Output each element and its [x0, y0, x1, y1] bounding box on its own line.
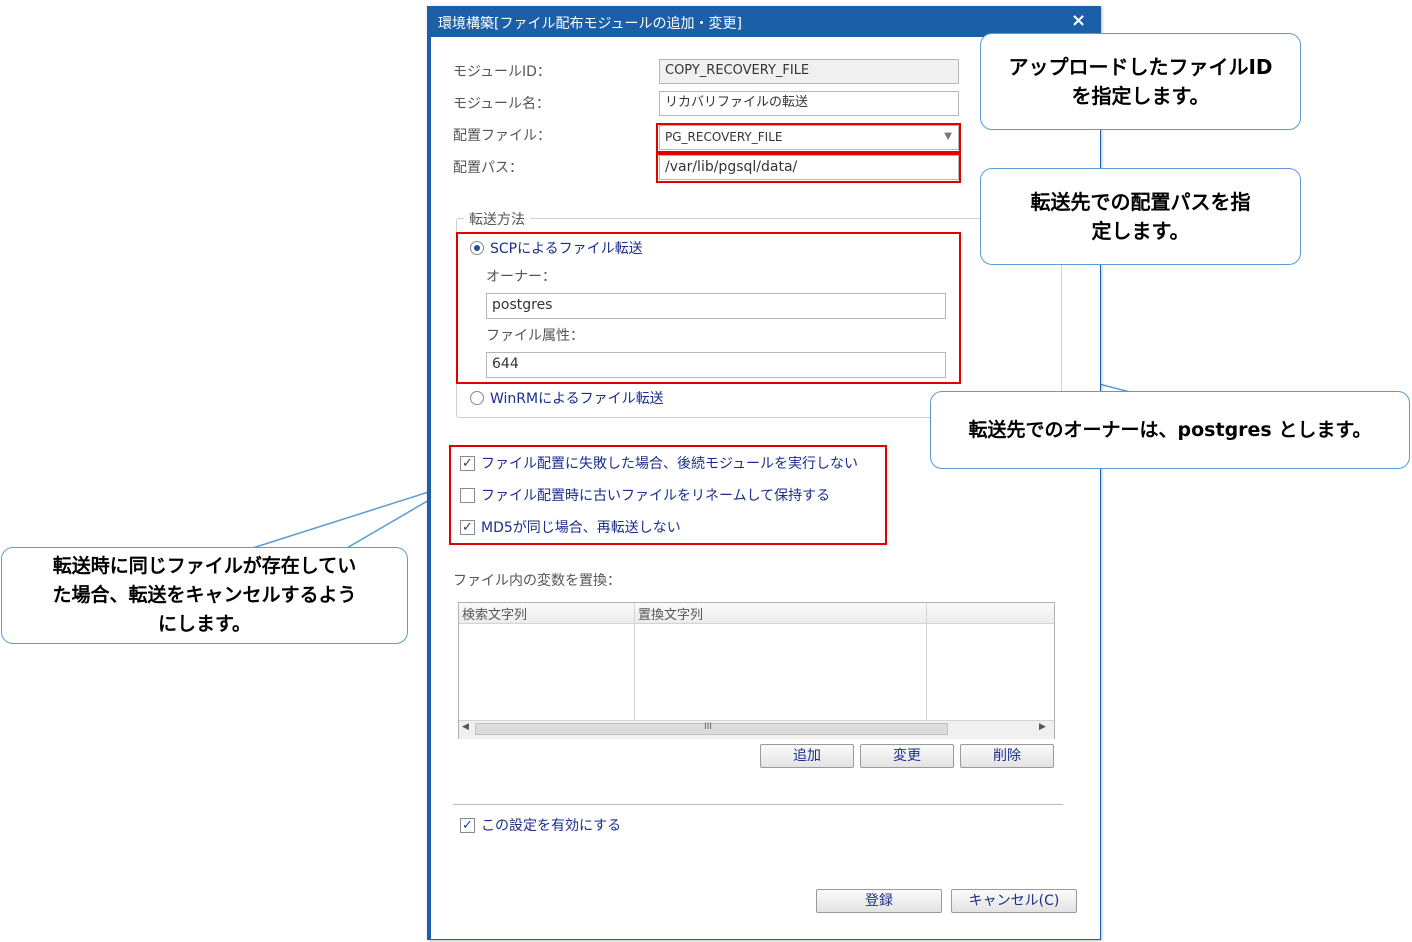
- callout-deploy-path: 転送先での配置パスを指 定します。: [980, 168, 1301, 265]
- option-label-md5-skip[interactable]: MD5が同じ場合、再転送しない: [481, 517, 681, 537]
- scp-radio[interactable]: [470, 241, 484, 255]
- callout-path-line2: 定します。: [1091, 218, 1190, 243]
- grip-icon: III: [704, 722, 712, 732]
- callout-md5-line3: にします。: [157, 613, 252, 635]
- enable-checkbox[interactable]: ✓: [460, 818, 475, 833]
- deploy-file-value: PG_RECOVERY_FILE: [665, 130, 783, 144]
- table-col-search[interactable]: 検索文字列: [462, 604, 527, 623]
- close-icon[interactable]: ×: [1071, 10, 1086, 32]
- transfer-method-legend: 転送方法: [464, 209, 530, 229]
- callout-file-id: アップロードしたファイルID を指定します。: [980, 33, 1301, 130]
- option-label-skip-on-fail[interactable]: ファイル配置に失敗した場合、後続モジュールを実行しない: [481, 453, 858, 473]
- callout-path-line1: 転送先での配置パスを指: [1030, 189, 1251, 214]
- callout-file-id-line1: アップロードしたファイルID: [1008, 54, 1273, 79]
- divider: [453, 804, 1063, 805]
- module-id-label: モジュールID：: [453, 64, 551, 80]
- table-h-scrollbar[interactable]: ◀ III ▶: [459, 720, 1054, 739]
- file-attr-field[interactable]: 644: [486, 352, 946, 378]
- column-divider: [634, 603, 635, 721]
- table-col-replace[interactable]: 置換文字列: [638, 604, 703, 623]
- register-button[interactable]: 登録: [816, 889, 942, 913]
- deploy-file-select[interactable]: PG_RECOVERY_FILE ▼: [659, 125, 959, 150]
- check-icon: ✓: [462, 456, 473, 471]
- table-header: [459, 603, 1054, 624]
- option-checkbox-skip-on-fail[interactable]: ✓: [460, 456, 475, 471]
- owner-label: オーナー：: [486, 269, 556, 285]
- callout-md5-line2: た場合、転送をキャンセルするよう: [52, 584, 357, 606]
- chevron-down-icon[interactable]: ▼: [944, 126, 952, 148]
- option-checkbox-rename-old[interactable]: [460, 488, 475, 503]
- scroll-right-icon[interactable]: ▶: [1039, 722, 1046, 732]
- option-checkbox-md5-skip[interactable]: ✓: [460, 520, 475, 535]
- dialog-title: 環境構築[ファイル配布モジュールの追加・変更]: [438, 16, 742, 32]
- replace-vars-label: ファイル内の変数を置換：: [453, 573, 621, 589]
- winrm-radio[interactable]: [470, 391, 484, 405]
- dialog-left-border: [428, 37, 431, 939]
- module-id-field[interactable]: COPY_RECOVERY_FILE: [659, 59, 959, 84]
- module-name-label: モジュール名：: [453, 96, 551, 112]
- replace-vars-table[interactable]: 検索文字列 置換文字列 ◀ III ▶: [458, 602, 1055, 739]
- callout-owner-text: 転送先でのオーナーは、postgres とします。: [968, 418, 1372, 441]
- check-icon: ✓: [462, 520, 473, 535]
- winrm-radio-label[interactable]: WinRMによるファイル転送: [490, 388, 664, 408]
- add-button[interactable]: 追加: [760, 744, 854, 768]
- cancel-button[interactable]: キャンセル(C): [951, 889, 1077, 913]
- scp-radio-label[interactable]: SCPによるファイル転送: [490, 238, 643, 258]
- owner-field[interactable]: postgres: [486, 293, 946, 319]
- change-button[interactable]: 変更: [860, 744, 954, 768]
- deploy-path-field[interactable]: /var/lib/pgsql/data/: [659, 155, 959, 180]
- dialog-window: 環境構築[ファイル配布モジュールの追加・変更] × モジュールID： COPY_…: [427, 6, 1101, 940]
- option-label-rename-old[interactable]: ファイル配置時に古いファイルをリネームして保持する: [481, 485, 830, 505]
- file-attr-label: ファイル属性：: [486, 328, 584, 344]
- callout-md5-line1: 転送時に同じファイルが存在してい: [52, 555, 357, 577]
- deploy-path-label: 配置パス：: [453, 160, 523, 176]
- scroll-left-icon[interactable]: ◀: [462, 722, 469, 732]
- column-divider: [926, 603, 927, 721]
- check-icon: ✓: [462, 818, 473, 833]
- callout-md5: 転送時に同じファイルが存在してい た場合、転送をキャンセルするよう にします。: [1, 547, 408, 644]
- module-name-field[interactable]: リカバリファイルの転送: [659, 91, 959, 116]
- callout-owner: 転送先でのオーナーは、postgres とします。: [930, 391, 1410, 469]
- deploy-file-label: 配置ファイル：: [453, 128, 551, 144]
- callout-file-id-line2: を指定します。: [1071, 83, 1210, 108]
- scroll-thumb[interactable]: III: [475, 722, 948, 735]
- enable-label[interactable]: この設定を有効にする: [481, 815, 621, 835]
- delete-button[interactable]: 削除: [960, 744, 1054, 768]
